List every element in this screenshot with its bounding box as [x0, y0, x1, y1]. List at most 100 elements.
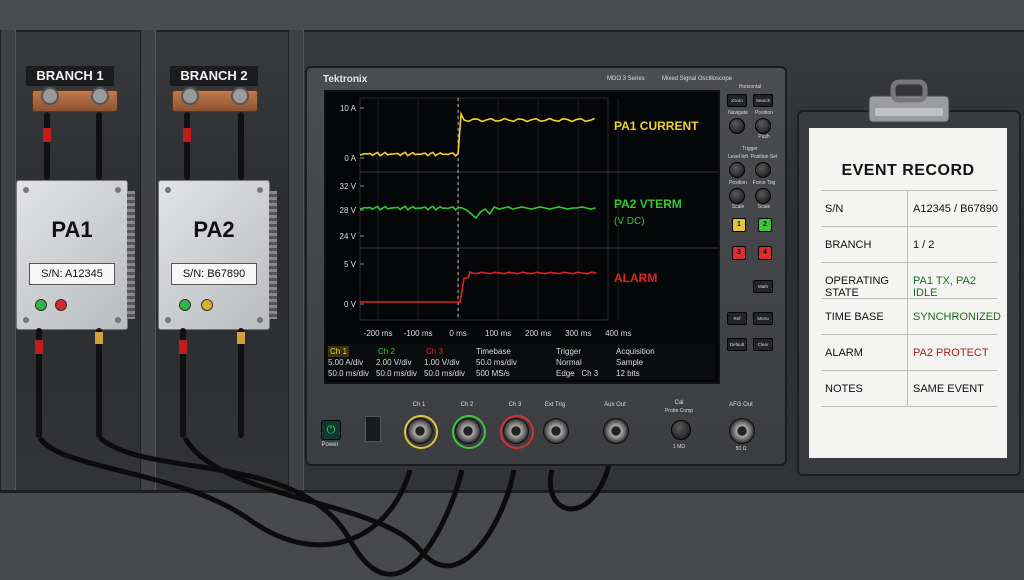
- alarm-trace: [360, 270, 597, 303]
- record-value: SAME EVENT: [913, 383, 984, 395]
- x-tick-label: -100 ms: [404, 329, 433, 338]
- usb-port-icon[interactable]: [365, 416, 381, 442]
- pa2-vterm-label: PA2 VTERM: [614, 197, 682, 211]
- navigate-knob[interactable]: [729, 118, 745, 134]
- record-row: OPERATING STATE PA1 TX, PA2 IDLE: [821, 263, 997, 299]
- ch2-time: 50.0 ms/div: [376, 369, 417, 378]
- default-setup-button[interactable]: Default: [727, 338, 747, 351]
- record-divider: [907, 335, 908, 370]
- probe-comp-label: Probe Comp: [664, 408, 694, 414]
- record-row: BRANCH 1 / 2: [821, 227, 997, 263]
- y-tick-label: 5 V: [344, 260, 357, 269]
- vertical-scale-knob[interactable]: [755, 188, 771, 204]
- x-tick-label: 200 ms: [525, 329, 551, 338]
- trigger-info[interactable]: Trigger Normal Edge Ch 3: [556, 346, 598, 379]
- ch3-info[interactable]: Ch 3 1.00 V/div 50.0 ms/div: [424, 346, 465, 379]
- aux-out-bnc[interactable]: [603, 418, 629, 444]
- pa1-current-trace: [359, 111, 595, 157]
- event-record-title: EVENT RECORD: [841, 162, 975, 179]
- ch3-time: 50.0 ms/div: [424, 369, 465, 378]
- event-record-table: S/N A12345 / B67890 BRANCH 1 / 2 OPERATING S…: [821, 190, 1002, 407]
- y-tick-label: 32 V: [340, 182, 357, 191]
- afg-out-bnc[interactable]: [729, 418, 755, 444]
- math-button[interactable]: Math: [753, 280, 773, 293]
- scope-control-panel: Horizontal Zoom Search Navigate Position…: [723, 84, 779, 384]
- pa2-vterm-unit: (V DC): [614, 216, 645, 227]
- trigger-edge-line: Edge Ch 3: [556, 368, 598, 379]
- trigger-title: Trigger: [556, 347, 582, 356]
- aux-out-label: Aux Out: [604, 402, 626, 408]
- y-tick-label: 0 V: [344, 300, 357, 309]
- scope-screen: -200 ms -100 ms 0 ms 100 ms 200 ms 300 ms 400 …: [324, 90, 720, 384]
- scope-series: MDO 3 Series: [607, 76, 645, 82]
- record-value: PA2 PROTECT: [913, 347, 989, 359]
- record-row: ALARM PA2 PROTECT: [821, 335, 997, 371]
- record-value: SYNCHRONIZED: [913, 311, 1002, 323]
- acquisition-bits: 12 bits: [616, 369, 640, 378]
- y-tick-label: 28 V: [340, 206, 357, 215]
- trigger-source: Ch 3: [581, 369, 599, 378]
- ext-trig-label: Ext Trig: [544, 402, 566, 408]
- record-divider: [907, 371, 908, 406]
- push-label: Push: [758, 134, 770, 140]
- ch1-tag: Ch 1: [328, 346, 349, 357]
- timebase-info[interactable]: Timebase 50.0 ms/div 500 MS/s: [476, 346, 517, 379]
- scope-info-bar: Ch 1 5.00 A/div 50.0 ms/div Ch 2 2.00 V/…: [324, 344, 716, 380]
- record-key: TIME BASE: [825, 311, 884, 323]
- ch3-button[interactable]: 3: [732, 246, 746, 260]
- trigger-level-knob[interactable]: [729, 162, 745, 178]
- alarm-label: ALARM: [614, 271, 657, 285]
- ch1-button[interactable]: 1: [732, 218, 746, 232]
- scope-front-inputs: ⏻ Power Ch 1 Ch 2 Ch 3 Ext Trig Aux Out …: [307, 398, 785, 464]
- position-label: Position: [755, 110, 773, 116]
- pa2-vterm-trace: [359, 205, 596, 220]
- scope-type: Mixed Signal Oscilloscope: [662, 76, 733, 82]
- ch2-tag: Ch 2: [378, 347, 395, 356]
- ch2-bnc-input[interactable]: [455, 418, 481, 444]
- ref-button[interactable]: Ref: [727, 312, 747, 325]
- event-record-sheet: EVENT RECORD S/N A12345 / B67890 BRANCH 1 /…: [809, 128, 1007, 458]
- ch1-bnc-input[interactable]: [407, 418, 433, 444]
- ch1-info[interactable]: Ch 1 5.00 A/div 50.0 ms/div: [328, 346, 369, 379]
- power-label: Power: [321, 442, 339, 448]
- y-tick-label: 24 V: [340, 232, 357, 241]
- menu-button[interactable]: Menu: [753, 312, 773, 325]
- record-key: BRANCH: [825, 239, 872, 251]
- clipboard-clip-icon: [868, 79, 950, 123]
- record-divider: [907, 299, 908, 334]
- ext-trig-bnc-input[interactable]: [543, 418, 569, 444]
- ch1-time: 50.0 ms/div: [328, 369, 369, 378]
- afg-out-label: AFG Out: [729, 402, 753, 408]
- ch2-button[interactable]: 2: [758, 218, 772, 232]
- clear-button[interactable]: Clear: [753, 338, 773, 351]
- acquisition-mode: Sample: [616, 358, 644, 367]
- record-key: ALARM: [825, 347, 863, 359]
- ch3-tag: Ch 3: [426, 347, 443, 356]
- trigger-edge: Edge: [556, 369, 575, 378]
- x-tick-label: 100 ms: [485, 329, 511, 338]
- y-tick-label: 0 A: [344, 154, 356, 163]
- timebase-rate: 500 MS/s: [476, 369, 510, 378]
- x-tick-label: 400 ms: [605, 329, 631, 338]
- trigger-position-knob[interactable]: [755, 162, 771, 178]
- record-value: PA1 TX, PA2 IDLE: [913, 275, 976, 299]
- acquisition-info[interactable]: Acquisition Sample 12 bits: [616, 346, 655, 379]
- search-button[interactable]: Search: [753, 94, 773, 107]
- timebase-title: Timebase: [476, 347, 511, 356]
- oscilloscope: Tektronix MDO 3 Series Mixed Signal Osci…: [305, 66, 787, 466]
- scope-brand: Tektronix: [323, 74, 368, 85]
- power-icon[interactable]: ⏻: [321, 420, 341, 440]
- record-row: S/N A12345 / B67890: [821, 191, 998, 227]
- horizontal-position-knob[interactable]: [755, 118, 771, 134]
- ch2-input-label: Ch 2: [460, 402, 474, 408]
- position-set-label: Position Set: [750, 154, 778, 160]
- timebase-div: 50.0 ms/div: [476, 358, 517, 367]
- zoom-button[interactable]: Zoom: [727, 94, 747, 107]
- probe-comp-terminal[interactable]: [671, 420, 691, 440]
- ch3-bnc-input[interactable]: [503, 418, 529, 444]
- ch4-button[interactable]: 4: [758, 246, 772, 260]
- record-row: TIME BASE SYNCHRONIZED: [821, 299, 1002, 335]
- ch2-info[interactable]: Ch 2 2.00 V/div 50.0 ms/div: [376, 346, 417, 379]
- force-trig-label: Force Trig: [752, 180, 776, 186]
- vertical-position-knob[interactable]: [729, 188, 745, 204]
